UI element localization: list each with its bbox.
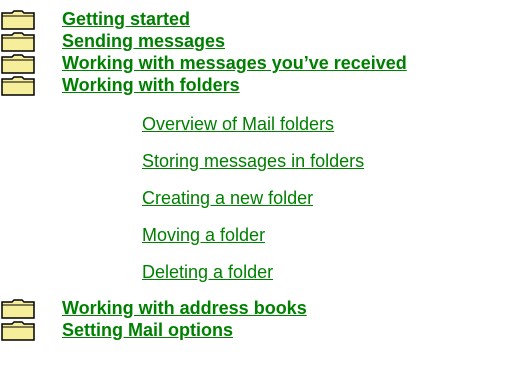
- topic-link[interactable]: Setting Mail options: [62, 319, 233, 341]
- subtopic-storing-messages[interactable]: Storing messages in folders: [142, 148, 364, 174]
- topic-link[interactable]: Working with folders: [62, 74, 240, 96]
- subtopic-deleting-folder[interactable]: Deleting a folder: [142, 259, 273, 285]
- folder-icon: [1, 76, 35, 96]
- folder-icon: [1, 321, 35, 341]
- folder-icon: [1, 54, 35, 74]
- folder-icon: [1, 32, 35, 52]
- subtopic-moving-folder[interactable]: Moving a folder: [142, 222, 265, 248]
- topic-link[interactable]: Getting started: [62, 8, 190, 30]
- subtopic-overview-of-mail-folders[interactable]: Overview of Mail folders: [142, 111, 334, 137]
- topic-link[interactable]: Working with messages you’ve received: [62, 52, 407, 74]
- folder-icon: [1, 10, 35, 30]
- topic-link[interactable]: Working with address books: [62, 297, 307, 319]
- folder-icon: [1, 299, 35, 319]
- subtopic-creating-folder[interactable]: Creating a new folder: [142, 185, 313, 211]
- topic-link[interactable]: Sending messages: [62, 30, 225, 52]
